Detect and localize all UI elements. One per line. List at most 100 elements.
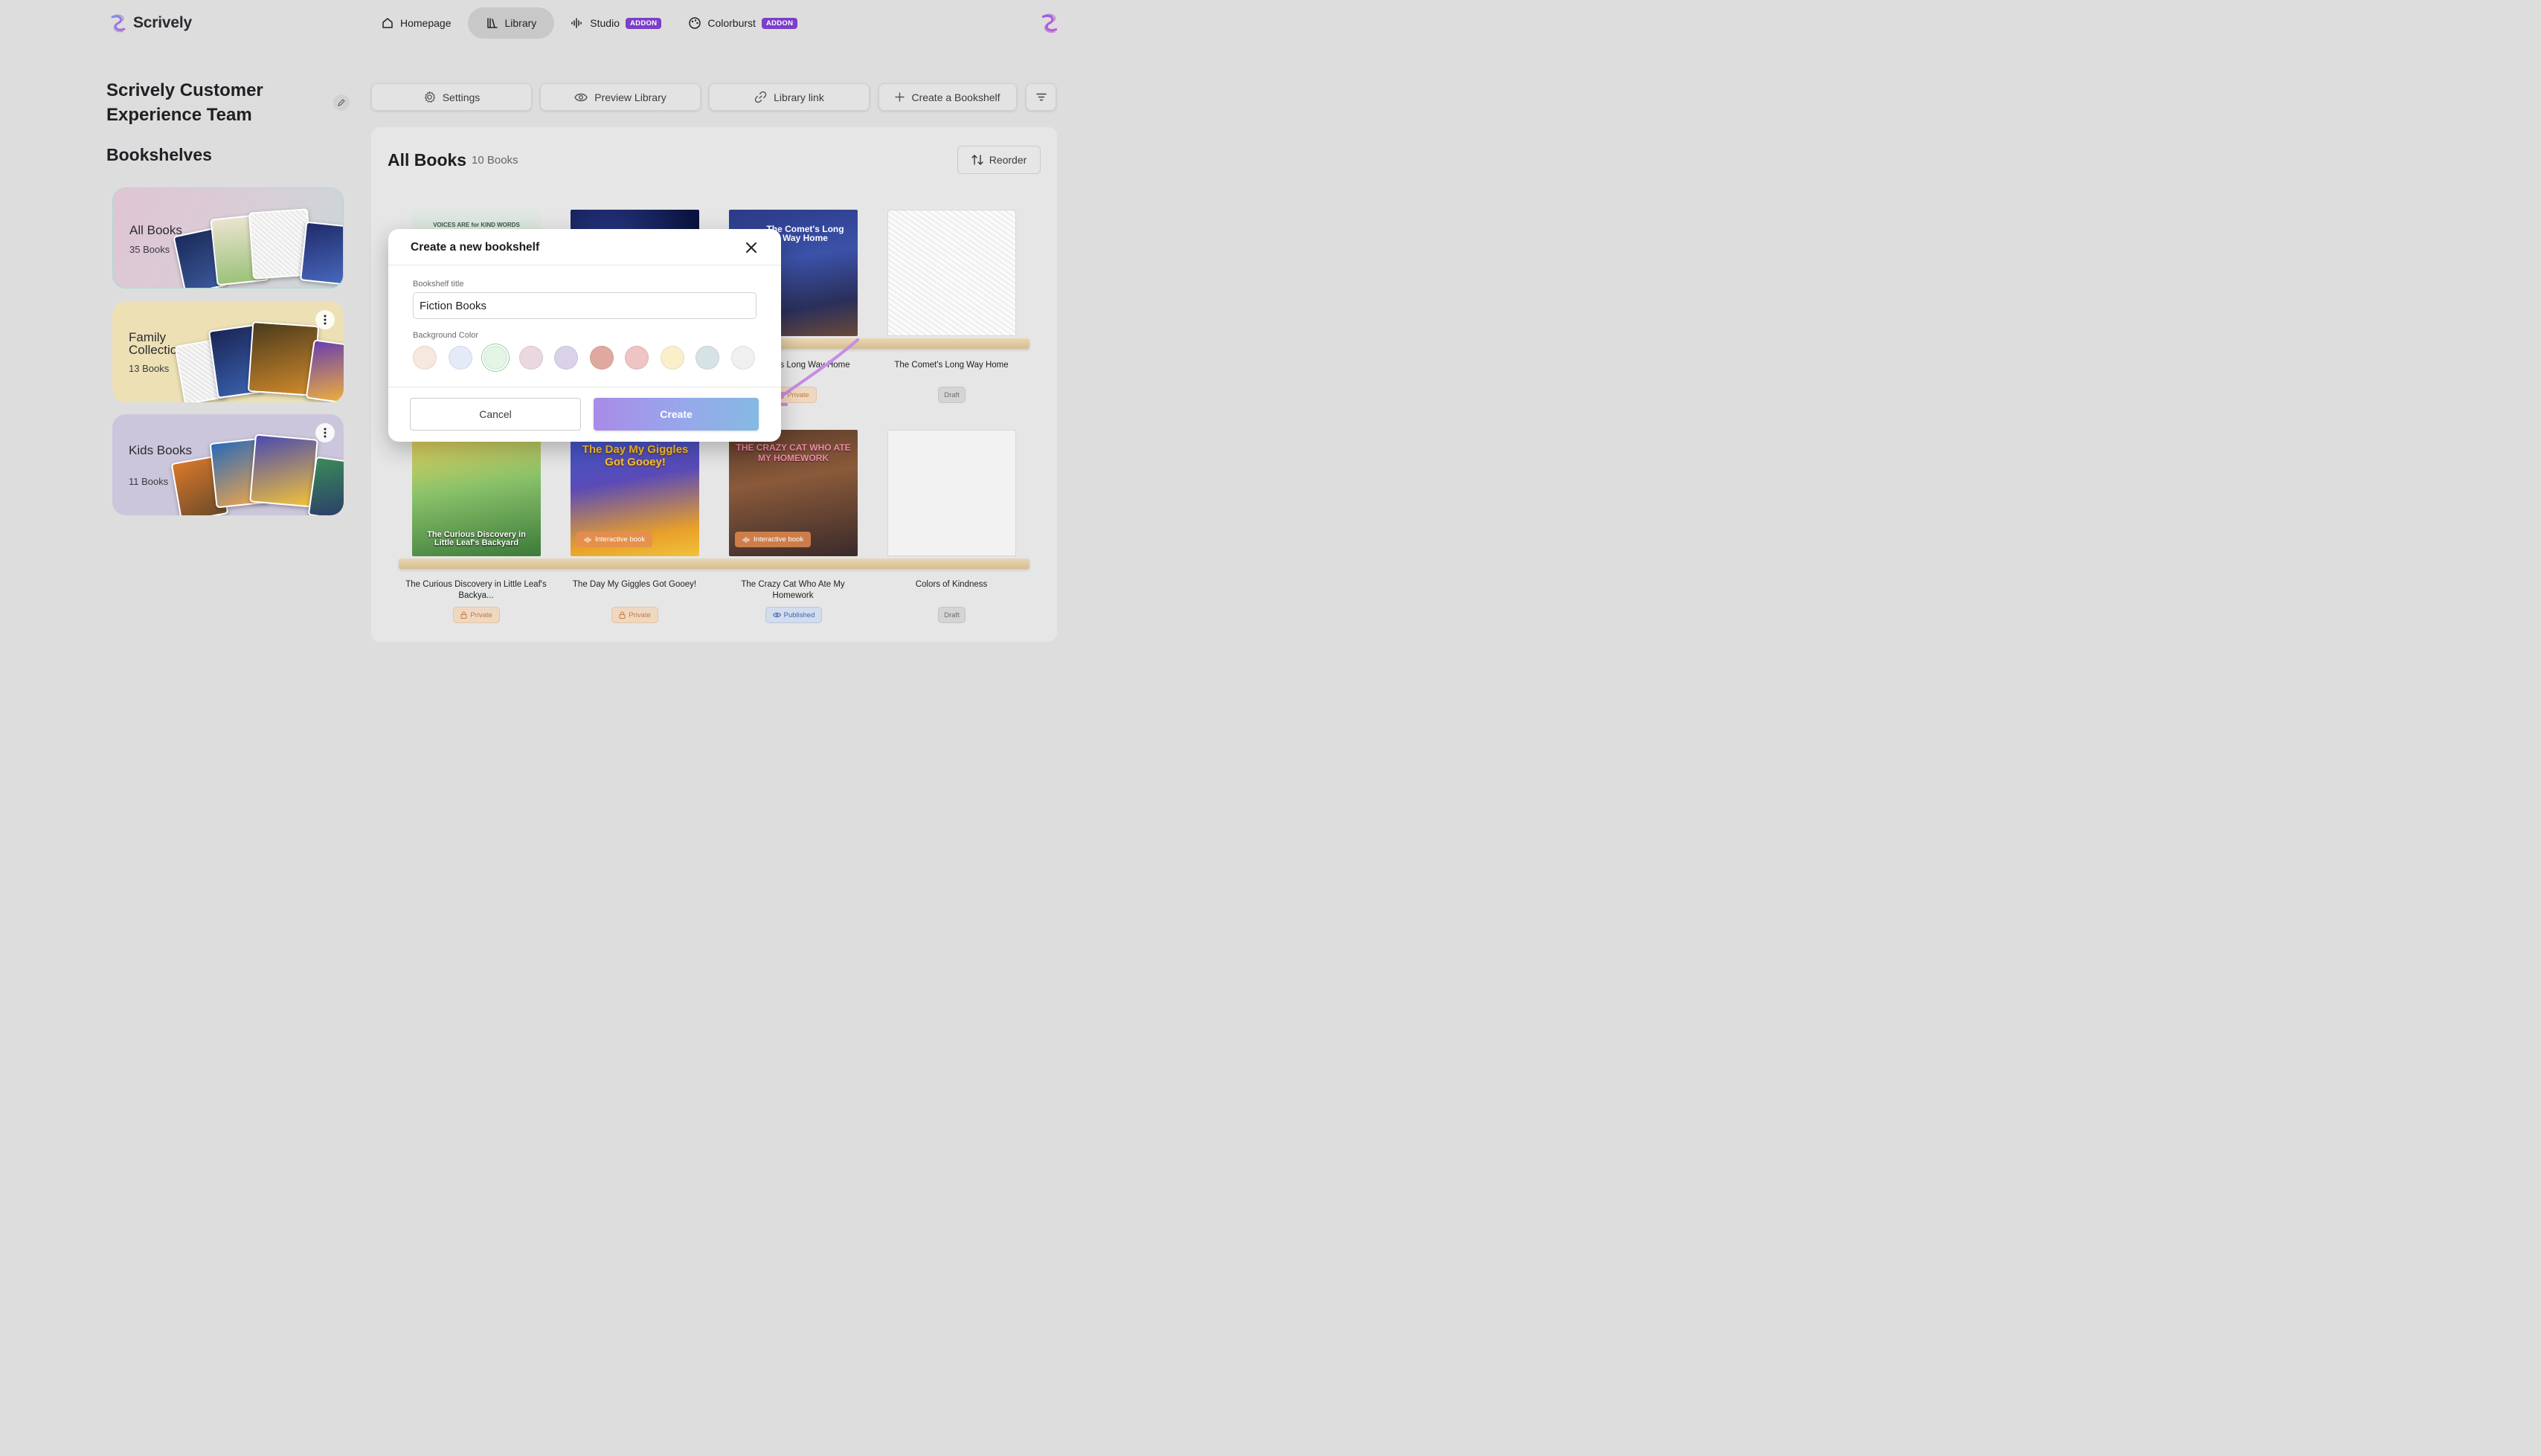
color-swatch[interactable] (589, 346, 614, 370)
book-cover-text: VOICES ARE for KIND WORDS (433, 222, 520, 228)
bookshelf-title-input[interactable] (413, 292, 756, 319)
book-title: The Day My Giggles Got Gooey! (572, 580, 697, 589)
app-name: Scrively (133, 14, 192, 31)
app-logo[interactable]: Scrively (108, 13, 192, 33)
bookshelf-plank (399, 558, 1029, 569)
book-title: The Comet's Long Way Home (894, 361, 1009, 370)
create-bookshelf-label: Create a Bookshelf (911, 91, 1000, 103)
dialog-title: Create a new bookshelf (411, 241, 540, 254)
book-cover-title: The Curious Discovery in Little Leaf's B… (427, 530, 526, 547)
book-title: Colors of Kindness (915, 580, 988, 589)
color-swatch[interactable] (554, 346, 578, 370)
shelf-thumbnail (249, 434, 318, 508)
more-vertical-icon (324, 428, 327, 438)
book-cover[interactable] (887, 210, 1016, 336)
waveform-icon (571, 18, 582, 28)
book-title: The Curious Discovery in Little Leaf's B… (405, 580, 547, 600)
preview-library-label: Preview Library (594, 91, 666, 103)
waveform-icon (742, 536, 750, 543)
eye-icon (772, 612, 781, 618)
nav-studio[interactable]: Studio ADDON (560, 7, 672, 39)
nav-label: Homepage (400, 17, 452, 29)
book-count: 10 Books (472, 154, 518, 167)
cancel-button[interactable]: Cancel (410, 398, 581, 431)
shelf-menu-button[interactable] (315, 423, 335, 442)
shelf-name: Kids Books (129, 443, 193, 457)
book-cover[interactable]: THE CRAZY CAT WHO ATE MY HOMEWORK Intera… (729, 430, 858, 556)
palette-icon (689, 17, 701, 29)
shelf-card-family-collection[interactable]: Family Collection 13 Books (112, 301, 344, 402)
color-swatch[interactable] (448, 346, 472, 370)
close-dialog-button[interactable] (744, 240, 759, 255)
color-swatch[interactable] (625, 346, 649, 370)
create-bookshelf-button[interactable]: Create a Bookshelf (878, 83, 1017, 111)
home-icon (382, 18, 393, 28)
pencil-icon (338, 99, 345, 106)
nav-label: Studio (590, 17, 620, 29)
color-swatch[interactable] (730, 346, 755, 370)
shelf-count: 13 Books (129, 363, 170, 374)
color-swatch[interactable] (518, 346, 543, 370)
link-icon (754, 91, 767, 103)
create-button[interactable]: Create (594, 398, 759, 431)
shelf-thumbnail (300, 221, 343, 286)
book-cover[interactable]: The Curious Discovery in Little Leaf's B… (412, 430, 541, 556)
nav-colorburst[interactable]: Colorburst ADDON (678, 7, 808, 39)
shelf-count: 11 Books (129, 476, 169, 487)
nav-library[interactable]: Library (467, 7, 555, 39)
nav-homepage[interactable]: Homepage (370, 7, 462, 39)
shelf-card-all-books[interactable]: All Books 35 Books (112, 187, 344, 289)
status-badge: Draft (938, 607, 966, 623)
filter-icon (1035, 93, 1047, 101)
color-swatch[interactable] (413, 346, 437, 370)
status-badge: Private (611, 607, 658, 623)
shelf-card-kids-books[interactable]: Kids Books 11 Books (112, 414, 344, 515)
gear-icon (424, 91, 435, 103)
book-cover-title: THE CRAZY CAT WHO ATE MY HOMEWORK (736, 442, 851, 463)
status-badge: Published (765, 607, 822, 623)
create-bookshelf-dialog: Create a new bookshelf Bookshelf title B… (388, 229, 781, 442)
shelf-menu-button[interactable] (315, 310, 335, 329)
team-name: Scrively Customer Experience Team (106, 80, 263, 125)
color-swatch-row (413, 346, 755, 370)
color-swatch[interactable] (484, 346, 507, 370)
panel-title: All Books (388, 150, 467, 170)
waveform-icon (584, 536, 591, 543)
lock-icon (619, 611, 626, 619)
sort-arrows-icon (971, 155, 983, 165)
book-cover[interactable] (887, 430, 1016, 556)
book-title: The Crazy Cat Who Ate My Homework (741, 580, 845, 600)
color-swatch[interactable] (696, 346, 719, 370)
scrively-logo-icon (1041, 13, 1058, 33)
close-icon (746, 242, 756, 253)
lock-icon (460, 611, 467, 619)
preview-library-button[interactable]: Preview Library (540, 83, 701, 111)
bookshelves-heading: Bookshelves (106, 145, 212, 164)
profile-avatar[interactable] (1038, 12, 1061, 38)
settings-label: Settings (442, 91, 481, 103)
top-nav: Homepage Library Studio ADDON Colorburst… (370, 7, 814, 39)
edit-team-button[interactable] (333, 94, 350, 111)
filter-button[interactable] (1026, 83, 1056, 111)
nav-label: Colorburst (707, 17, 756, 29)
color-swatch[interactable] (660, 346, 684, 370)
status-badge: Private (453, 607, 500, 623)
settings-button[interactable]: Settings (371, 83, 532, 111)
library-link-label: Library link (774, 91, 824, 103)
interactive-book-tag: Interactive book (576, 532, 653, 547)
addon-badge: ADDON (626, 17, 662, 29)
plus-icon (895, 92, 905, 102)
book-cover[interactable]: The Day My Giggles Got Gooey! Interactiv… (571, 430, 699, 556)
reorder-button[interactable]: Reorder (957, 146, 1041, 174)
library-icon (486, 18, 498, 28)
nav-label: Library (504, 17, 537, 29)
reorder-label: Reorder (989, 154, 1027, 166)
status-badge: Draft (938, 387, 966, 403)
eye-icon (574, 93, 588, 101)
library-page: Scrively Homepage Library Studio ADDON C… (0, 0, 1166, 669)
scrively-logo-icon (111, 14, 126, 33)
library-link-button[interactable]: Library link (709, 83, 870, 111)
addon-badge: ADDON (761, 17, 798, 29)
more-vertical-icon (324, 315, 327, 325)
interactive-book-tag: Interactive book (735, 532, 812, 547)
